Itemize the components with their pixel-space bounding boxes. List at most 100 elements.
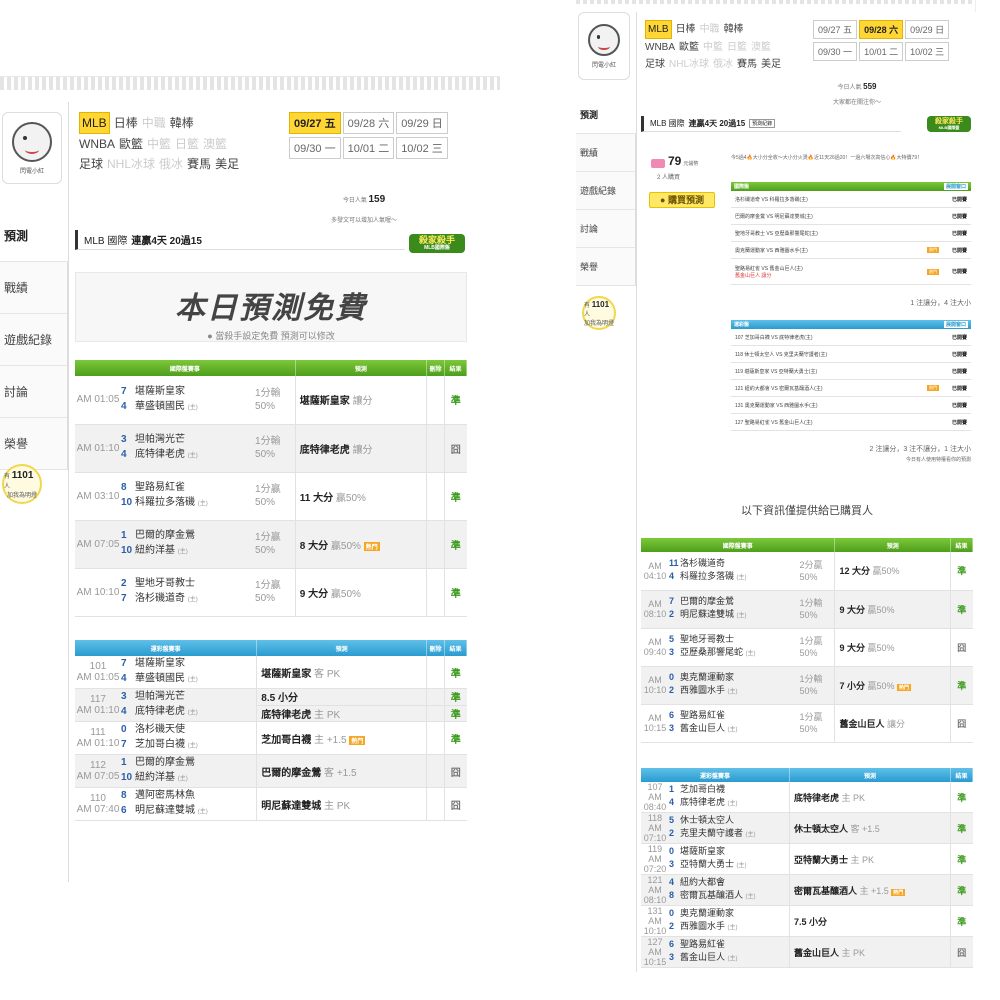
pick-row[interactable]: 聖路易紅雀 VS 舊金山巨人(主) 舊金山巨人 讓分 熱門 已開賽 [731,259,971,285]
pick-row[interactable]: 聖地牙哥教士 VS 亞歷桑那響尾蛇(主) 已開賽 [731,225,971,242]
expand-button[interactable]: 展開窗口 [943,321,968,328]
date-weekday: 六 [889,25,899,35]
prediction-detail: 主 PK [324,800,351,812]
avatar[interactable]: 閃電小紅 [578,12,630,80]
sidebar-item-3[interactable]: 討論 [576,210,636,248]
date-tab[interactable]: 09/29 日 [905,20,950,39]
league-tab[interactable]: 日棒 [676,21,696,38]
pick-row[interactable]: 洛杉磯道奇 VS 科羅拉多落磯(主) 已開賽 [731,191,971,208]
team-number: 2 [669,609,675,619]
handicap-line: 2分贏 [799,559,823,570]
date-tab[interactable]: 09/27 五 [289,112,341,134]
prediction-text: 7 小分 [839,680,865,691]
league-tab[interactable]: MLB [79,112,110,134]
league-tab[interactable]: 澳籃 [751,39,771,56]
record-history-button[interactable]: 預測紀錄 [749,119,776,128]
pick-row[interactable]: 127 聖路易紅雀 VS 舊金山巨人(主) 已開賽 [731,414,971,431]
matchup: 4 紐約大都會 8 密爾瓦基釀酒人 (主) [669,874,790,906]
prediction-text: 亞特蘭大勇士 [793,854,848,865]
date-tab[interactable]: 10/02 三 [396,137,448,159]
league-tab[interactable]: MLB [645,20,672,39]
lightbulb-follow-badge[interactable]: 有 1101 人 加我為明燈 [2,464,42,504]
league-tab[interactable]: 中籃 [703,39,723,56]
league-tab[interactable]: 足球 [645,56,665,73]
prediction-detail: 贏50% [330,540,361,552]
league-tab[interactable]: NHL冰球 [669,56,709,73]
result-badge: 囧 [950,628,973,667]
expand-button[interactable]: 展開窗口 [943,183,968,190]
league-tab[interactable]: 美足 [761,56,781,73]
team-number: 7 [121,739,127,750]
date-tab[interactable]: 10/02 三 [905,42,950,61]
table-row: AM 08:10 7 巴爾的摩金鶯 2 明尼蘇達雙城 (主) 1分輸 50% 9 大分 贏50… [641,590,973,629]
league-tab[interactable]: 俄冰 [159,154,183,174]
league-tab[interactable]: 足球 [79,154,103,174]
game-number: 112 [90,760,106,771]
sidebar-item-2[interactable]: 遊戲紀錄 [0,314,68,366]
league-tab[interactable]: 中職 [142,113,166,133]
league-tab[interactable]: 日籃 [727,39,747,56]
pick-row[interactable]: 巴爾的摩金鶯 VS 明尼蘇達雙城(主) 已開賽 [731,208,971,225]
league-tab[interactable]: 中職 [700,21,720,38]
date-day: 10/01 [347,143,376,155]
result-badge: 準 [950,552,973,591]
home-tag: (主) [736,613,747,619]
prediction-detail: 主 PK [841,792,865,803]
pick-row[interactable]: 131 奧克蘭運動家 VS 西雅圖水手(主) 已開賽 [731,397,971,414]
date-tab[interactable]: 10/01 二 [342,137,395,159]
delete-cell [426,705,445,722]
date-tab[interactable]: 09/29 日 [396,112,448,134]
date-tab[interactable]: 09/30 一 [813,42,858,61]
date-tab[interactable]: 09/27 五 [813,20,858,39]
sidebar-item-0[interactable]: 預測 [0,210,68,262]
table-row: AM 04:10 11洛杉磯道奇 4 科羅拉多落磯 (主) 2分贏 50% 12 大分 贏5… [641,552,973,591]
sidebar-item-1[interactable]: 戰績 [0,262,68,314]
avatar[interactable]: 閃電小紅 [2,112,62,184]
date-tab[interactable]: 10/01 二 [859,42,904,61]
league-tab[interactable]: 歐籃 [119,134,143,154]
matchup: 7 堪薩斯皇家 4 華盛頓國民 (主) [121,656,257,689]
date-tab[interactable]: 09/28 六 [859,20,904,39]
sidebar-item-2[interactable]: 遊戲紀錄 [576,172,636,210]
buy-prediction-button[interactable]: ● 購買預測 [649,192,715,208]
result-badge: 準 [950,812,973,844]
league-tab[interactable]: WNBA [79,134,115,154]
league-tab[interactable]: 日棒 [114,113,138,133]
lightbulb-follow-badge[interactable]: 有 1101 人 加我為明燈 [582,296,616,330]
pick-row[interactable]: 121 紐約大都會 VS 密爾瓦基釀酒人(主) 熱門 已開賽 [731,380,971,397]
pick-row[interactable]: 奧克蘭運動家 VS 西雅圖水手(主) 熱門 已開賽 [731,242,971,259]
game-number: 131 [647,906,663,916]
date-tab[interactable]: 09/28 六 [342,112,395,134]
pick-row[interactable]: 118 休士頓太空人 VS 克里夫蘭守護者(主) 已開賽 [731,346,971,363]
league-tab[interactable]: 賽馬 [187,154,211,174]
league-tab[interactable]: 中籃 [147,134,171,154]
pick-row[interactable]: 107 芝加哥白襪 VS 底特律老虎(主) 已開賽 [731,329,971,346]
sidebar-item-4[interactable]: 榮譽 [576,248,636,286]
league-tab[interactable]: NHL冰球 [107,154,155,174]
game-number: 111 [90,727,106,738]
away-team: 洛杉磯道奇 [680,557,726,568]
bulb-count: 1101 [591,299,610,309]
date-weekday: 五 [843,25,853,35]
handicap-percent: 50% [799,610,818,620]
result-badge: 囧 [950,704,973,743]
pick-row[interactable]: 119 堪薩斯皇家 VS 亞特蘭大勇士(主) 已開賽 [731,363,971,380]
league-row: 足球 NHL冰球 俄冰 賽馬 美足 [645,56,815,73]
sidebar-item-0[interactable]: 預測 [576,96,636,134]
league-tab[interactable]: 歐籃 [679,39,699,56]
sidebar-item-1[interactable]: 戰績 [576,134,636,172]
date-tab[interactable]: 09/30 一 [289,137,341,159]
league-tab[interactable]: 日籃 [175,134,199,154]
prediction-detail: 贏50% [335,492,366,504]
league-tab[interactable]: WNBA [645,39,675,56]
league-tab[interactable]: 澳籃 [203,134,227,154]
sidebar-item-4[interactable]: 榮譽 [0,418,68,470]
sidebar-item-3[interactable]: 討論 [0,366,68,418]
league-tab[interactable]: 韓棒 [724,21,744,38]
team-number: 10 [121,545,133,556]
sports-pick-list: 運彩盤 展開窗口 107 芝加哥白襪 VS 底特律老虎(主) 已開賽 118 休士頓太… [731,320,971,431]
league-tab[interactable]: 俄冰 [713,56,733,73]
league-tab[interactable]: 賽馬 [737,56,757,73]
league-tab[interactable]: 韓棒 [170,113,194,133]
league-tab[interactable]: 美足 [215,154,239,174]
